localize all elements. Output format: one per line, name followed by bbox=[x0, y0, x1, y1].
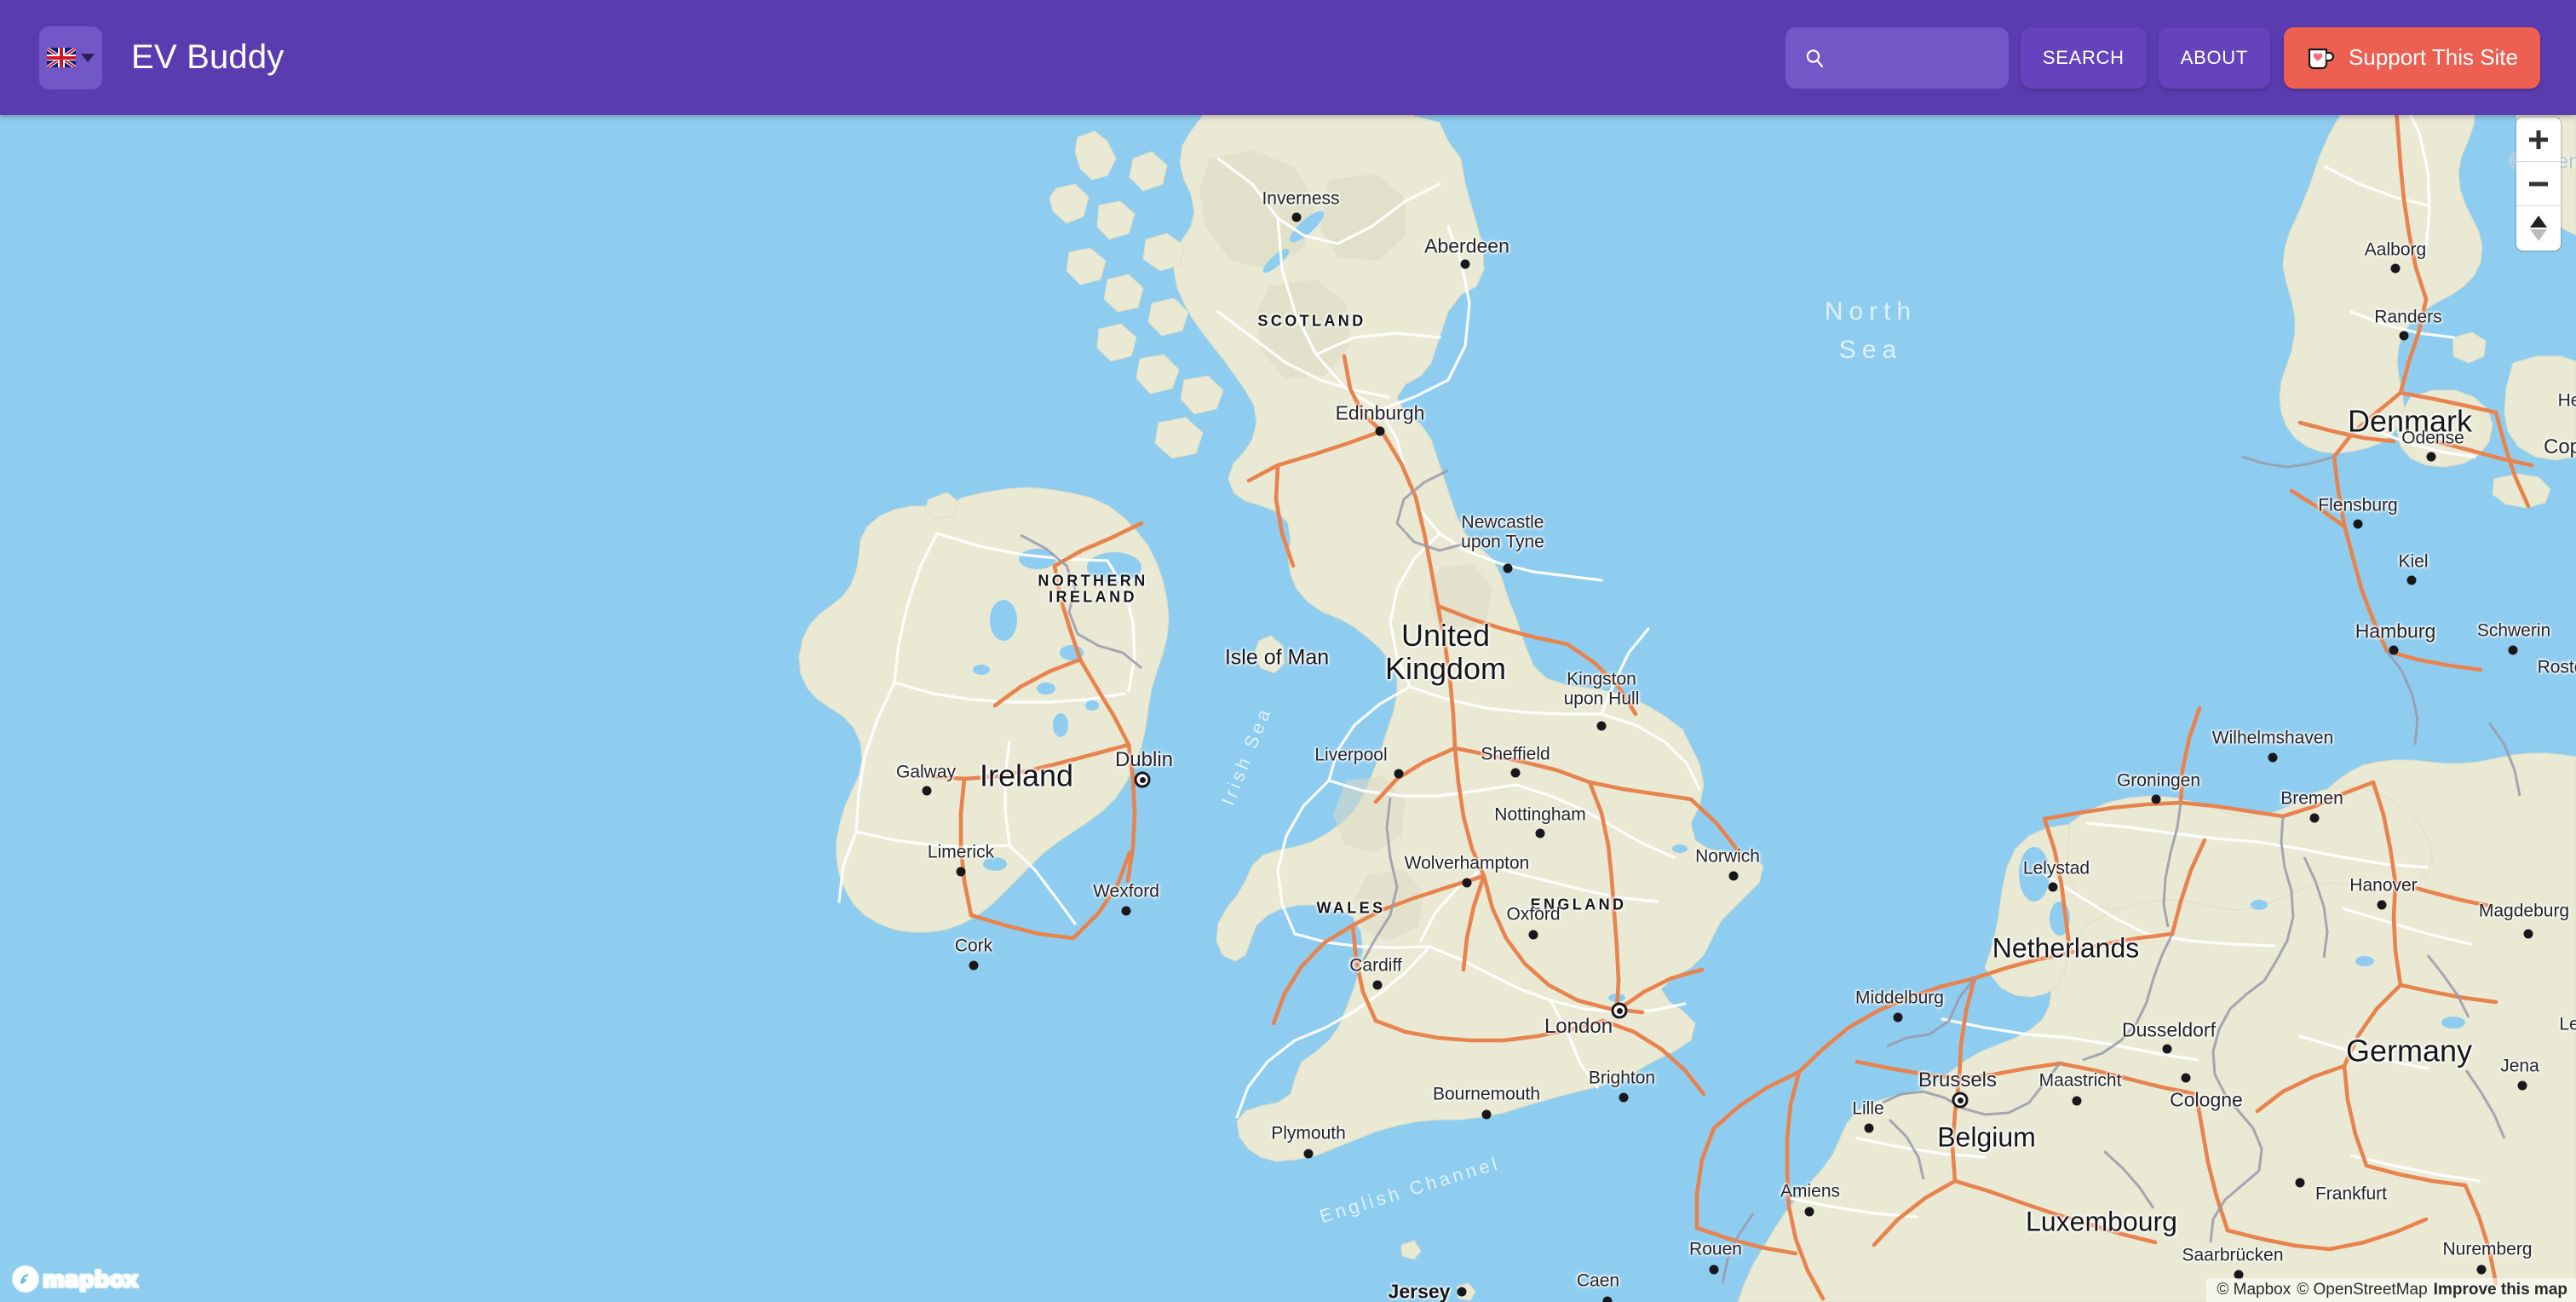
map-basemap bbox=[0, 56, 2576, 1302]
compass-button[interactable] bbox=[2516, 206, 2561, 251]
compass-north-icon bbox=[2530, 216, 2547, 241]
search-input[interactable] bbox=[1785, 26, 2009, 89]
map-attribution[interactable]: © Mapbox © OpenStreetMap Improve this ma… bbox=[2206, 1278, 2576, 1302]
language-selector-button[interactable] bbox=[39, 26, 102, 89]
chevron-down-icon bbox=[81, 53, 95, 62]
support-button-label: Support This Site bbox=[2349, 44, 2518, 70]
support-this-site-button[interactable]: Support This Site bbox=[2284, 26, 2540, 89]
map-zoom-controls[interactable] bbox=[2516, 118, 2561, 251]
zoom-in-button[interactable] bbox=[2516, 118, 2561, 162]
attribution-improve-link[interactable]: Improve this map bbox=[2434, 1281, 2567, 1299]
attribution-mapbox-link[interactable]: © Mapbox bbox=[2217, 1281, 2291, 1299]
search-container[interactable] bbox=[1785, 26, 2009, 89]
tab-about[interactable]: ABOUT bbox=[2158, 26, 2271, 89]
svg-text:mapbox: mapbox bbox=[43, 1267, 138, 1292]
mapbox-logo[interactable]: mapbox mapbox bbox=[12, 1265, 157, 1293]
app-header: EV Buddy SEARCH ABOUT Support This Site bbox=[0, 0, 2576, 115]
mapbox-wordmark-icon: mapbox mapbox bbox=[12, 1265, 140, 1293]
app-root: North Sea Irish Sea English Channel Unit… bbox=[0, 0, 2576, 1302]
zoom-out-button[interactable] bbox=[2516, 162, 2561, 206]
tab-search[interactable]: SEARCH bbox=[2020, 26, 2147, 89]
uk-flag-icon bbox=[47, 48, 76, 67]
page-title: EV Buddy bbox=[131, 38, 285, 76]
coffee-cup-heart-icon bbox=[2306, 43, 2335, 72]
attribution-osm-link[interactable]: © OpenStreetMap bbox=[2297, 1281, 2427, 1299]
map-canvas[interactable]: North Sea Irish Sea English Channel Unit… bbox=[0, 56, 2576, 1302]
